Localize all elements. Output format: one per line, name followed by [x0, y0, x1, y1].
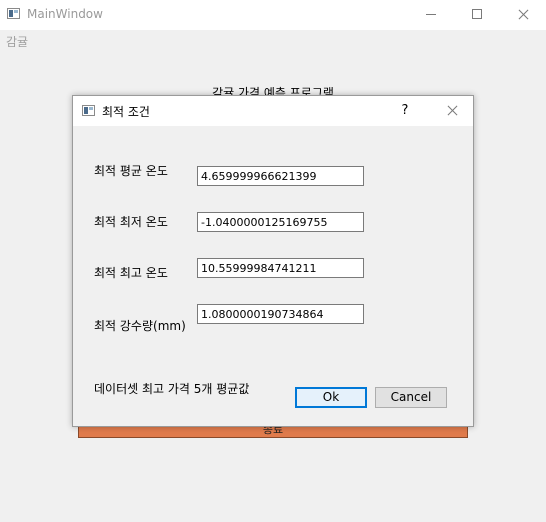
main-window-title: MainWindow: [27, 7, 103, 21]
maximize-button[interactable]: [454, 0, 500, 30]
avg-temp-field[interactable]: [197, 166, 364, 186]
precipitation-field[interactable]: [197, 304, 364, 324]
dialog-close-button[interactable]: [433, 96, 473, 126]
app-window-icon: [7, 8, 20, 19]
min-temp-field[interactable]: [197, 212, 364, 232]
menu-item-gamgyul[interactable]: 감귤: [6, 33, 28, 50]
ok-button[interactable]: Ok: [295, 387, 367, 408]
help-button[interactable]: ?: [391, 100, 419, 122]
dialog-window-icon: [82, 105, 95, 116]
minimize-button[interactable]: [408, 0, 454, 30]
max-temp-field[interactable]: [197, 258, 364, 278]
cancel-button[interactable]: Cancel: [375, 387, 447, 408]
close-button[interactable]: [500, 0, 546, 30]
main-titlebar: MainWindow: [0, 0, 546, 30]
precipitation-label: 최적 강수량(mm): [94, 319, 186, 333]
min-temp-label: 최적 최저 온도: [94, 215, 168, 229]
optimal-conditions-dialog: 최적 조건 ? 최적 평균 온도 최적 최저 온도 최적 최고 온도 최적 강수…: [72, 95, 474, 427]
dialog-titlebar: 최적 조건 ?: [73, 96, 473, 126]
dialog-title: 최적 조건: [102, 105, 150, 119]
footer-note: 데이터셋 최고 가격 5개 평균값: [94, 382, 250, 396]
avg-temp-label: 최적 평균 온도: [94, 164, 168, 178]
max-temp-label: 최적 최고 온도: [94, 266, 168, 280]
